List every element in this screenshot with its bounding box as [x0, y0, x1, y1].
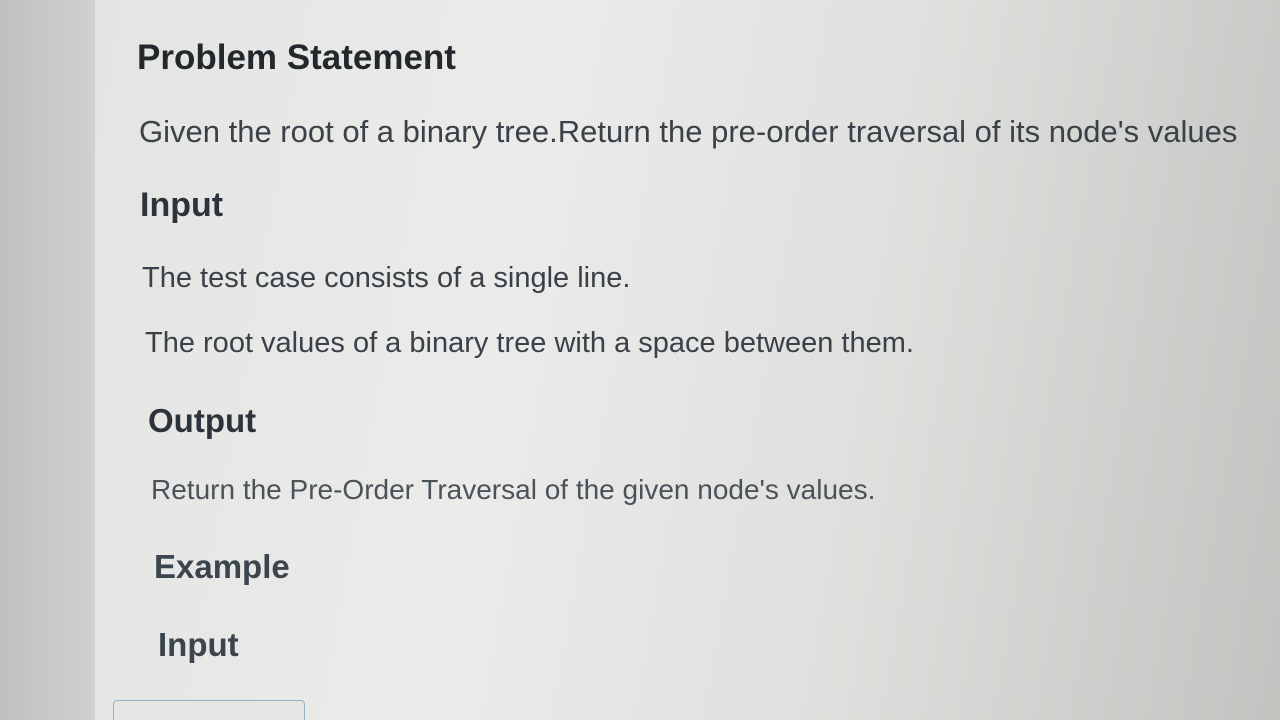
- output-heading: Output: [148, 402, 257, 439]
- left-margin: [0, 0, 95, 720]
- example-input-box[interactable]: [113, 700, 305, 720]
- problem-content: Problem Statement Given the root of a bi…: [95, 0, 1275, 720]
- problem-description: Given the root of a binary tree.Return t…: [139, 114, 1238, 149]
- problem-page: Problem Statement Given the root of a bi…: [95, 0, 1280, 720]
- input-line-1: The test case consists of a single line.: [142, 262, 631, 294]
- example-heading: Example: [154, 548, 290, 585]
- input-heading: Input: [140, 186, 224, 224]
- input-line-2: The root values of a binary tree with a …: [145, 327, 914, 359]
- problem-statement-heading: Problem Statement: [137, 38, 456, 77]
- example-input-heading: Input: [158, 626, 239, 663]
- output-description: Return the Pre-Order Traversal of the gi…: [151, 474, 876, 505]
